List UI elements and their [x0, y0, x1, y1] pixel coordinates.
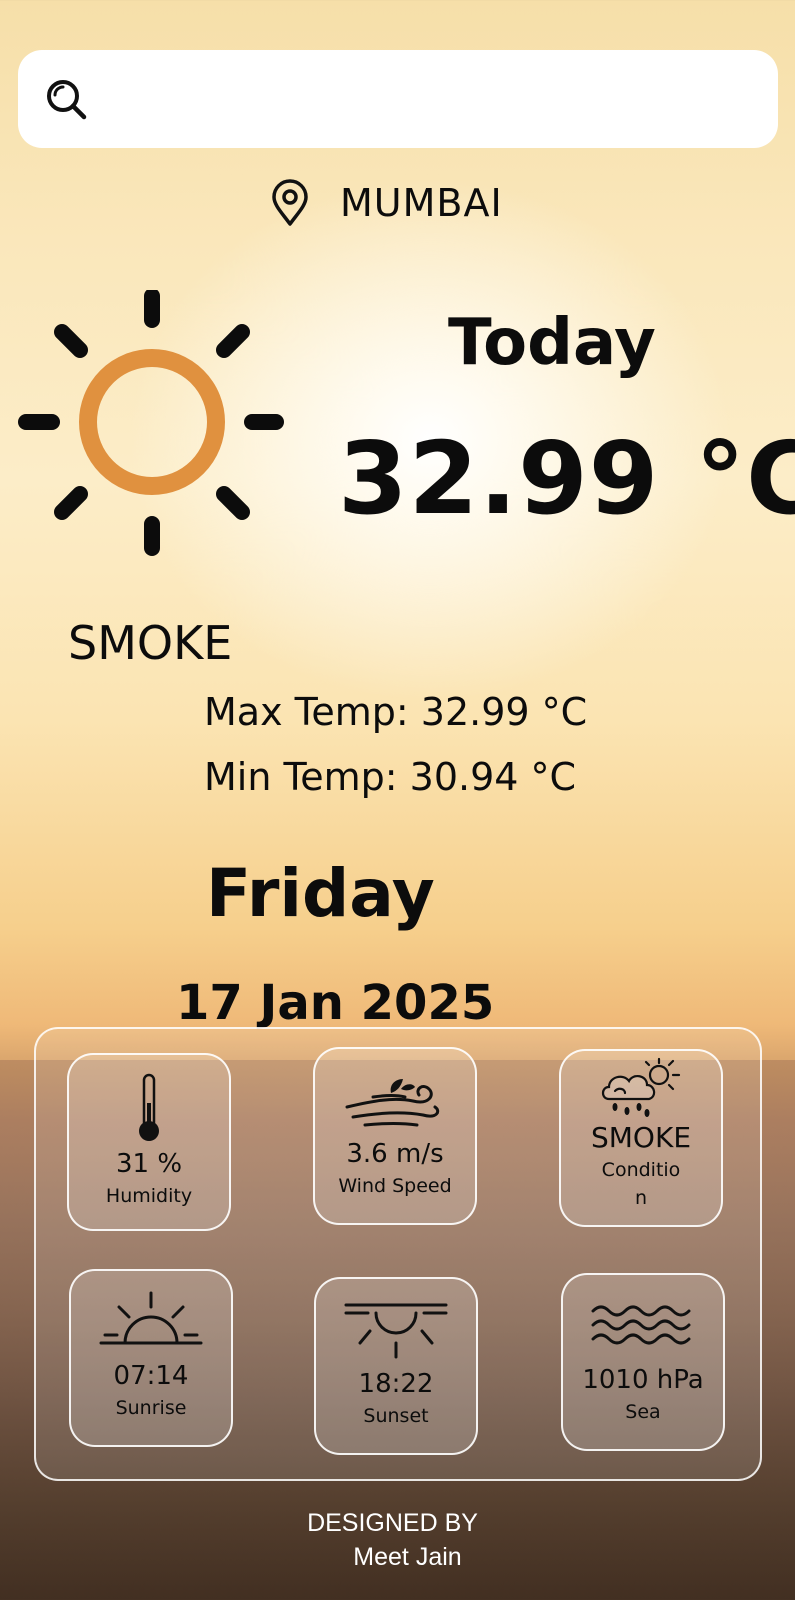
sunset-value: 18:22 — [358, 1369, 434, 1399]
sunrise-value: 07:14 — [113, 1361, 189, 1391]
weather-condition: SMOKE — [68, 616, 233, 670]
humidity-card: 31 % Humidity — [67, 1053, 231, 1231]
footer-designed-by: DESIGNED BY — [307, 1509, 478, 1537]
condition-label: Condition — [601, 1159, 681, 1209]
day-of-week: Friday — [206, 855, 435, 932]
sunrise-label: Sunrise — [115, 1397, 187, 1419]
footer-credit: DESIGNED BY Meet Jain — [0, 1506, 795, 1574]
sea-card: 1010 hPa Sea — [561, 1273, 725, 1451]
city-name: MUMBAI — [340, 181, 503, 225]
today-label: Today — [448, 306, 656, 380]
thermometer-icon — [139, 1073, 159, 1141]
sunrise-card: 07:14 Sunrise — [69, 1269, 233, 1447]
wind-icon — [345, 1079, 440, 1127]
details-panel: 31 % Humidity 3.6 m/s Wind Speed SMOKE C… — [34, 1027, 762, 1481]
sea-pressure-label: Sea — [625, 1401, 661, 1423]
footer-designer-name: Meet Jain — [353, 1543, 462, 1571]
sunset-icon — [344, 1303, 448, 1359]
current-date: 17 Jan 2025 — [176, 975, 495, 1031]
wind-card: 3.6 m/s Wind Speed — [313, 1047, 477, 1225]
wind-speed-value: 3.6 m/s — [346, 1139, 444, 1169]
waves-icon — [591, 1305, 691, 1345]
max-temperature: Max Temp: 32.99 °C — [204, 690, 588, 734]
location: MUMBAI — [270, 178, 503, 228]
location-pin-icon — [272, 179, 308, 226]
sunset-card: 18:22 Sunset — [314, 1277, 478, 1455]
humidity-label: Humidity — [105, 1185, 193, 1207]
sunrise-icon — [99, 1291, 203, 1345]
sun-icon — [18, 290, 284, 556]
min-temperature: Min Temp: 30.94 °C — [204, 755, 577, 799]
humidity-value: 31 % — [115, 1149, 183, 1179]
condition-card: SMOKE Condition — [559, 1049, 723, 1227]
condition-value: SMOKE — [590, 1121, 692, 1154]
search-input[interactable] — [110, 69, 730, 129]
sunset-label: Sunset — [363, 1405, 429, 1427]
cloud-sun-rain-icon — [601, 1057, 681, 1117]
wind-speed-label: Wind Speed — [338, 1175, 452, 1197]
search-icon[interactable] — [44, 77, 88, 121]
current-temperature: 32.99 °C — [338, 420, 795, 537]
sea-pressure-value: 1010 hPa — [582, 1365, 704, 1395]
search-bar[interactable] — [18, 50, 778, 148]
